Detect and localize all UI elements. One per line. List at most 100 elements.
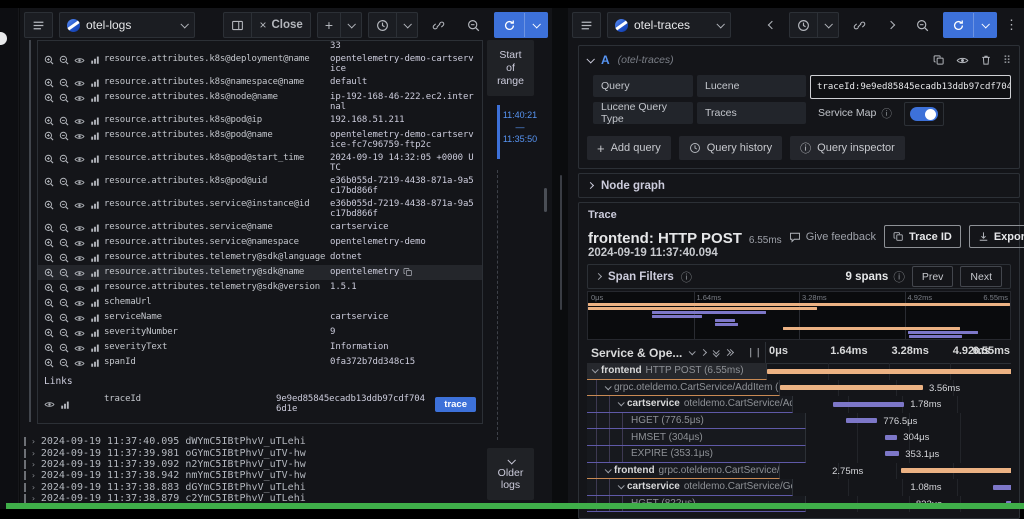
filter-out-value-icon[interactable]: [59, 313, 69, 323]
delete-query-icon[interactable]: [980, 54, 992, 67]
span-bar[interactable]: [885, 435, 897, 440]
trace-minimap[interactable]: 0μs1.64ms3.28ms4.92ms6.55ms: [587, 291, 1011, 340]
toggle-field-icon[interactable]: [74, 298, 85, 309]
refresh-interval-button[interactable]: [525, 13, 547, 37]
filter-out-value-icon[interactable]: [59, 238, 69, 248]
span-bar[interactable]: [833, 402, 904, 407]
filter-for-value-icon[interactable]: [44, 200, 54, 210]
move-pane-left-button[interactable]: [761, 12, 783, 38]
field-stats-icon[interactable]: [90, 131, 100, 141]
service-map-toggle[interactable]: [910, 107, 938, 121]
kebab-menu-icon[interactable]: ⋮: [1003, 17, 1020, 33]
filter-out-value-icon[interactable]: [59, 223, 69, 233]
span-bar[interactable]: [993, 485, 1011, 490]
table-row[interactable]: severityNumber 9: [38, 325, 482, 340]
filter-for-value-icon[interactable]: [44, 93, 54, 103]
toggle-field-icon[interactable]: [74, 200, 85, 211]
field-stats-icon[interactable]: [90, 93, 100, 103]
toggle-field-icon[interactable]: [74, 328, 85, 339]
toggle-field-icon[interactable]: [74, 93, 85, 104]
filter-out-value-icon[interactable]: [59, 154, 69, 164]
filter-for-value-icon[interactable]: [44, 343, 54, 353]
datasource-picker[interactable]: otel-traces: [607, 12, 731, 38]
field-stats-icon[interactable]: [90, 328, 100, 338]
table-row[interactable]: resource.attributes.service@name cartser…: [38, 220, 482, 235]
trace-id-row[interactable]: traceId 9e9ed85845ecadb13ddb97cdf7046d1e…: [38, 390, 482, 418]
toggle-field-icon[interactable]: [44, 399, 55, 410]
sort-chevron-down-icon[interactable]: [689, 348, 696, 355]
table-row[interactable]: resource.attributes.k8s@node@name ip-192…: [38, 90, 482, 113]
toggle-field-icon[interactable]: [74, 154, 85, 165]
table-row-partial[interactable]: 33: [38, 40, 482, 52]
query-history-button[interactable]: Query history: [679, 136, 782, 160]
table-row[interactable]: resource.attributes.k8s@pod@name opentel…: [38, 128, 482, 151]
toggle-field-icon[interactable]: [74, 358, 85, 369]
filter-out-value-icon[interactable]: [59, 200, 69, 210]
span-row[interactable]: frontendHTTP POST (6.55ms): [587, 363, 1011, 380]
filter-out-value-icon[interactable]: [59, 55, 69, 65]
filter-for-value-icon[interactable]: [44, 223, 54, 233]
filter-out-value-icon[interactable]: [59, 131, 69, 141]
filter-for-value-icon[interactable]: [44, 268, 54, 278]
table-row[interactable]: resource.attributes.service@namespace op…: [38, 235, 482, 250]
filter-for-value-icon[interactable]: [44, 177, 54, 187]
start-of-range-button[interactable]: Startofrange: [487, 40, 534, 96]
table-row[interactable]: serviceName cartservice: [38, 310, 482, 325]
span-row[interactable]: grpc.oteldemo.CartService/AddItem (3.5 3…: [587, 380, 1011, 397]
span-bar[interactable]: [846, 418, 877, 423]
filter-for-value-icon[interactable]: [44, 55, 54, 65]
duplicate-query-icon[interactable]: [933, 54, 945, 67]
add-button[interactable]: +: [318, 13, 340, 37]
hide-query-icon[interactable]: [956, 54, 969, 67]
toggle-field-icon[interactable]: [74, 55, 85, 66]
filter-for-value-icon[interactable]: [44, 116, 54, 126]
column-resize-handle[interactable]: ❘❘: [747, 347, 765, 358]
field-stats-icon[interactable]: [90, 238, 100, 248]
field-stats-icon[interactable]: [90, 154, 100, 164]
table-row[interactable]: resource.attributes.k8s@pod@ip 192.168.5…: [38, 113, 482, 128]
field-stats-icon[interactable]: [90, 358, 100, 368]
filter-for-value-icon[interactable]: [44, 131, 54, 141]
filter-for-value-icon[interactable]: [44, 313, 54, 323]
time-caret-button[interactable]: [818, 13, 838, 37]
field-stats-icon[interactable]: [90, 298, 100, 308]
drag-handle-icon[interactable]: ⠿: [1003, 54, 1011, 67]
menu-button[interactable]: [24, 12, 53, 38]
share-link-button[interactable]: [845, 12, 874, 38]
filter-out-value-icon[interactable]: [59, 298, 69, 308]
time-picker-button[interactable]: [369, 13, 396, 37]
filter-for-value-icon[interactable]: [44, 253, 54, 263]
span-bar[interactable]: [780, 385, 923, 390]
filter-out-value-icon[interactable]: [59, 253, 69, 263]
time-picker-button[interactable]: [790, 13, 817, 37]
filter-out-value-icon[interactable]: [59, 328, 69, 338]
span-row[interactable]: cartserviceoteldemo.CartService/Ad 1.78m…: [587, 396, 1011, 413]
pane-scrollbar[interactable]: [560, 175, 562, 310]
table-row[interactable]: resource.attributes.telemetry@sdk@versio…: [38, 280, 482, 295]
collapse-span-icon[interactable]: [605, 383, 612, 390]
close-pane-button[interactable]: ×Close: [252, 13, 309, 37]
refresh-interval-button[interactable]: [974, 13, 996, 37]
filter-out-value-icon[interactable]: [59, 78, 69, 88]
table-row[interactable]: schemaUrl: [38, 295, 482, 310]
expand-all-icon[interactable]: [725, 350, 733, 355]
span-row[interactable]: cartserviceoteldemo.CartService/Ge 1.08m…: [587, 479, 1011, 496]
table-row[interactable]: resource.attributes.telemetry@sdk@name o…: [38, 265, 482, 280]
datasource-picker[interactable]: otel-logs: [59, 12, 195, 38]
toggle-field-icon[interactable]: [74, 78, 85, 89]
export-button[interactable]: Export: [969, 225, 1024, 248]
span-bar[interactable]: [767, 369, 1011, 374]
field-stats-icon[interactable]: [90, 253, 100, 263]
log-line[interactable]: ›2024-09-19 11:37:40.095 dWYmC5IBtPhvV_u…: [24, 436, 539, 447]
collapse-span-icon[interactable]: [618, 483, 625, 490]
give-feedback-link[interactable]: Give feedback: [789, 231, 876, 243]
zoom-out-button[interactable]: [908, 12, 937, 38]
field-stats-icon[interactable]: [90, 200, 100, 210]
add-caret-button[interactable]: [341, 13, 361, 37]
toggle-field-icon[interactable]: [74, 343, 85, 354]
toggle-field-icon[interactable]: [74, 223, 85, 234]
filter-out-value-icon[interactable]: [59, 283, 69, 293]
filter-for-value-icon[interactable]: [44, 283, 54, 293]
prev-span-button[interactable]: Prev: [912, 266, 954, 287]
filter-for-value-icon[interactable]: [44, 78, 54, 88]
